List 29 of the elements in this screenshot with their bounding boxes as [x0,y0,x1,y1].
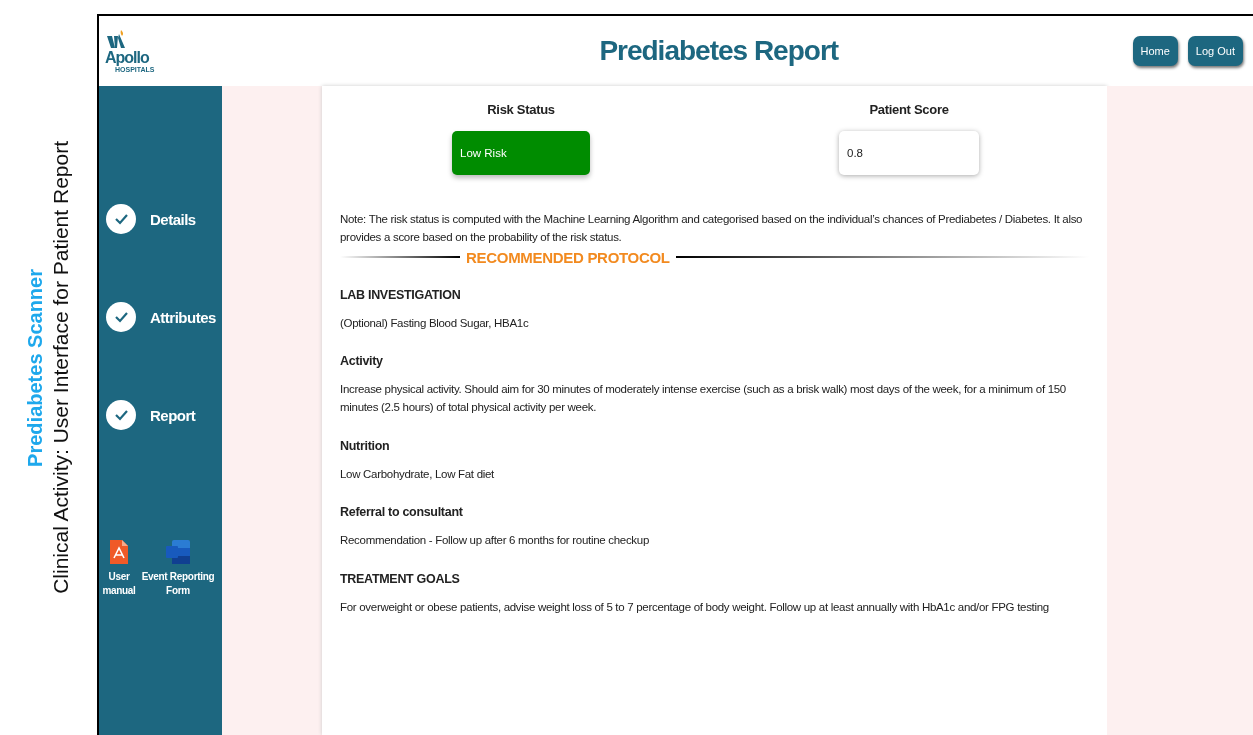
slide-subtitle: Clinical Activity: User Interface for Patient Report [49,141,73,594]
risk-status-label: Risk Status [487,102,555,117]
section-heading: Referral to consultant [340,505,463,520]
document-link[interactable]: User manual [102,570,136,598]
pdf-file-icon[interactable] [110,540,128,564]
section-text: For overweight or obese patients, advise weight loss of 5 to 7 percentage of body weight. Follow up at least annually with HbA1c and/or FPG testing [340,599,1050,615]
logout-button[interactable]: Log Out [1187,36,1243,66]
page-title: Prediabetes Report [598,35,840,67]
slide-title: Prediabetes Scanner [24,268,47,467]
section-text: Recommendation - Follow up after 6 months for routine checkup [340,533,650,549]
section-heading: Nutrition [340,438,390,453]
section-heading: LAB INVESTIGATION [340,287,461,302]
section-heading: TREATMENT GOALS [340,571,460,586]
patient-score-field: 0.8 [839,131,979,175]
step-link[interactable]: Report [150,406,196,424]
section-text: Increase physical activity. Should aim for 30 minutes of moderately intense exercise (such as a brisk walk) most days of the week, for a minimum of 150 minutes (2.5 hours) of total physical activity per week. [340,382,1067,416]
logo-icon [105,29,127,50]
risk-status-field: Low Risk [452,131,590,175]
logo-name: Apollo [105,49,149,66]
protocol-heading: RECOMMENDED PROTOCOL [466,248,670,266]
step-link[interactable]: Attributes [150,308,216,326]
step-link[interactable]: Details [150,210,196,228]
patient-score-label: Patient Score [869,102,949,117]
section-heading: Activity [340,354,383,368]
note-text: Note: The risk status is computed with the Machine Learning Algorithm and categorised based on the individual’s chances of Prediabetes / Diabetes. It also provides a score based on the probability of the risk status. [340,212,1084,245]
section-text: (Optional) Fasting Blood Sugar, HBA1c [340,315,530,331]
document-link[interactable]: Event Reporting Form [138,570,218,598]
section-text: Low Carbohydrate, Low Fat diet [340,466,495,482]
home-button[interactable]: Home [1132,36,1178,66]
